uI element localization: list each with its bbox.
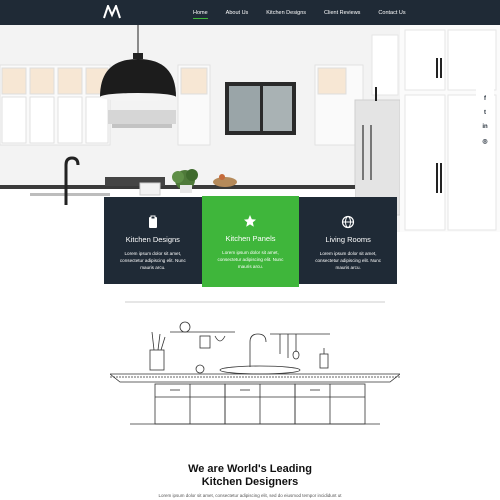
headline-line-2: Kitchen Designers (201, 476, 299, 488)
clipboard-icon (148, 215, 157, 228)
service-cards: Kitchen Designs Lorem ipsum dolor sit am… (104, 196, 397, 287)
linkedin-icon[interactable]: in (478, 120, 492, 134)
card-text: Lorem ipsum dolor sit amet, consectetur … (119, 251, 186, 270)
star-icon (244, 215, 257, 227)
globe-icon (342, 215, 355, 229)
nav-link-client-reviews[interactable]: Client Reviews (324, 10, 360, 16)
headline-line-1: We are World's Leading (188, 463, 312, 475)
page: Home About Us Kitchen Designs Client Rev… (0, 0, 500, 500)
section-subtext: Lorem ipsum dolor sit amet, consectetur … (158, 493, 342, 498)
card-title: Living Rooms (325, 235, 371, 244)
kitchen-sketch-illustration (110, 301, 400, 425)
nav-link-kitchen-designs[interactable]: Kitchen Designs (266, 10, 306, 16)
card-title: Kitchen Panels (225, 234, 276, 243)
card-kitchen-designs[interactable]: Kitchen Designs Lorem ipsum dolor sit am… (104, 197, 202, 284)
nav-link-about-us[interactable]: About Us (226, 10, 249, 16)
section-headline: We are World's Leading Kitchen Designers (0, 463, 500, 489)
top-navbar: Home About Us Kitchen Designs Client Rev… (0, 0, 500, 25)
nav-link-contact-us[interactable]: Contact Us (378, 10, 405, 16)
card-text: Lorem ipsum dolor sit amet, consectetur … (315, 251, 382, 270)
card-living-rooms[interactable]: Living Rooms Lorem ipsum dolor sit amet,… (299, 197, 397, 284)
nav-links: Home About Us Kitchen Designs Client Rev… (193, 0, 424, 25)
card-text: Lorem ipsum dolor sit amet, consectetur … (217, 250, 284, 269)
instagram-icon[interactable]: ◎ (478, 134, 492, 148)
brand-logo[interactable] (103, 5, 121, 19)
card-kitchen-panels[interactable]: Kitchen Panels Lorem ipsum dolor sit ame… (201, 196, 300, 287)
twitter-icon[interactable]: t (478, 106, 492, 120)
nav-link-home[interactable]: Home (193, 10, 208, 19)
card-title: Kitchen Designs (125, 235, 180, 244)
social-sidebar: f t in ◎ (476, 88, 494, 152)
facebook-icon[interactable]: f (478, 92, 492, 106)
